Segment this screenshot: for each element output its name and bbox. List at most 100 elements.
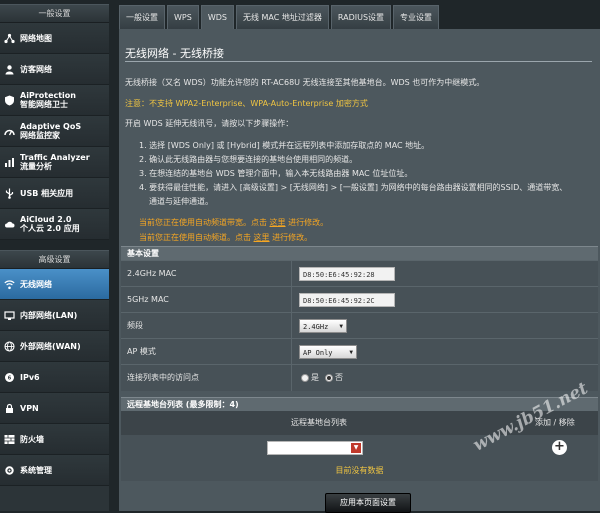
ap-mode-select-value: AP Only: [303, 349, 333, 357]
aiprotection-icon: [4, 95, 15, 106]
mac-5-label: 5GHz MAC: [127, 295, 169, 304]
remote-ap-input-row: ▼ +: [121, 435, 598, 461]
sidebar-item-label: 防火墙: [20, 434, 44, 444]
sidebar-item-label: 外部网络(WAN): [20, 341, 81, 351]
channel-here-link[interactable]: 这里: [254, 233, 270, 242]
traffic-analyzer-icon: [4, 157, 15, 168]
remote-ap-empty-message: 目前没有数据: [121, 461, 598, 481]
band-select[interactable]: 2.4GHz ▼: [299, 319, 347, 333]
sidebar-item-vpn[interactable]: VPN: [0, 393, 109, 424]
remote-ap-mac-input[interactable]: [267, 441, 363, 455]
lan-icon: [4, 310, 15, 321]
tab-radius[interactable]: RADIUS设置: [330, 5, 392, 29]
row-separator: [291, 339, 292, 365]
svg-text:6: 6: [8, 375, 12, 381]
sidebar-item-label: 无线网络: [20, 279, 52, 289]
channel-hint-text: 当前您正在使用自动频道。点击: [139, 233, 251, 242]
mac-5-row: 5GHz MAC D8:50:E6:45:92:2C: [121, 286, 598, 313]
remote-ap-dropdown-icon[interactable]: ▼: [351, 443, 361, 453]
apply-button[interactable]: 应用本页面设置: [325, 493, 411, 513]
sidebar-item-label: Traffic Analyzer: [20, 153, 90, 162]
sidebar-item-sublabel: 智能网络卫士: [20, 100, 68, 109]
access-no-option[interactable]: 否: [325, 372, 343, 383]
tab-wps[interactable]: WPS: [167, 5, 199, 29]
sidebar-item-label: AiProtection: [20, 91, 76, 100]
wireless-icon: [4, 279, 15, 290]
vpn-icon: [4, 403, 15, 414]
access-yes-label: 是: [311, 373, 319, 382]
ipv6-icon: 6: [4, 372, 15, 383]
sidebar-item-sublabel: 流量分析: [20, 162, 52, 171]
access-no-radio[interactable]: [325, 373, 333, 382]
ap-mode-select[interactable]: AP Only ▼: [299, 345, 357, 359]
sidebar-item-label: Adaptive QoS: [20, 122, 82, 131]
row-separator: [291, 287, 292, 313]
sidebar-item-sublabel: 网络监控家: [20, 131, 60, 140]
sidebar-item-aiprotection[interactable]: AiProtection 智能网络卫士: [0, 85, 109, 116]
access-point-radio-group: 是 否: [301, 372, 343, 383]
sidebar-item-wireless[interactable]: 无线网络: [0, 269, 109, 300]
mac-24-field[interactable]: D8:50:E6:45:92:28: [299, 267, 395, 281]
sidebar-item-administration[interactable]: 系统管理: [0, 455, 109, 486]
sidebar-item-label: VPN: [20, 403, 39, 413]
ap-mode-label: AP 模式: [127, 347, 156, 356]
sidebar-item-ipv6[interactable]: 6 IPv6: [0, 362, 109, 393]
bandwidth-here-link[interactable]: 这里: [270, 218, 286, 227]
sidebar-item-label: USB 相关应用: [20, 188, 74, 198]
list-item: 3. 在想连结的基地台 WDS 管理介面中，输入本无线路由器 MAC 位址位址。: [139, 169, 413, 178]
access-point-label: 连接列表中的访问点: [127, 373, 199, 382]
row-separator: [291, 313, 292, 339]
page-note: 注意：不支持 WPA2-Enterprise、WPA-Auto-Enterpri…: [125, 99, 368, 108]
sidebar-item-aicloud[interactable]: AiCloud 2.0 个人云 2.0 应用: [0, 209, 109, 240]
sidebar-item-label: IPv6: [20, 372, 40, 382]
sidebar-gap: [0, 240, 109, 250]
list-item: 1. 选择 [WDS Only] 或 [Hybrid] 模式并在远程列表中添加存…: [139, 141, 430, 150]
access-yes-radio[interactable]: [301, 373, 309, 382]
sidebar-group-advanced-title: 高级设置: [0, 250, 109, 269]
chevron-down-icon: ▼: [339, 323, 343, 330]
sidebar-item-adaptive-qos[interactable]: Adaptive QoS 网络监控家: [0, 116, 109, 147]
row-separator: [291, 365, 292, 391]
bandwidth-hint: 当前您正在使用自动频道带宽。点击 这里 进行修改。: [139, 217, 328, 228]
chevron-down-icon: ▼: [349, 349, 353, 356]
sidebar-item-traffic-analyzer[interactable]: Traffic Analyzer 流量分析: [0, 147, 109, 178]
sidebar-item-label: 网络地图: [20, 33, 52, 43]
sidebar-group-general-title: 一般设置: [0, 4, 109, 23]
tab-professional[interactable]: 专业设置: [393, 5, 440, 29]
usb-icon: [4, 188, 15, 199]
list-item: 2. 确认此无线路由器与您想要连接的基地台使用相同的频道。: [139, 155, 358, 164]
sidebar: 一般设置 网络地图 访客网络 AiProtection 智能网络卫士 Adapti…: [0, 0, 109, 511]
access-no-label: 否: [335, 373, 343, 382]
access-yes-option[interactable]: 是: [301, 372, 319, 383]
sidebar-item-wan[interactable]: 外部网络(WAN): [0, 331, 109, 362]
sidebar-item-label: 访客网络: [20, 64, 52, 74]
admin-icon: [4, 465, 15, 476]
band-select-value: 2.4GHz: [303, 323, 329, 331]
ap-mode-row: AP 模式 AP Only ▼: [121, 338, 598, 365]
sidebar-item-guest-network[interactable]: 访客网络: [0, 54, 109, 85]
steps-intro: 开启 WDS 延伸无线讯号，请按以下步骤操作：: [125, 119, 294, 128]
band-label: 频段: [127, 321, 143, 330]
tab-general[interactable]: 一般设置: [119, 5, 165, 29]
title-divider: [125, 61, 592, 62]
sidebar-item-network-map[interactable]: 网络地图: [0, 23, 109, 54]
basic-settings-header: 基本设置: [121, 246, 598, 260]
list-item: 4. 要获得最佳性能，请进入 [高级设置] > [无线网络] > [一般设置] …: [139, 183, 568, 192]
tab-wds[interactable]: WDS: [200, 5, 234, 29]
tab-bar: 一般设置 WPS WDS 无线 MAC 地址过滤器 RADIUS设置 专业设置: [119, 5, 441, 29]
mac-24-row: 2.4GHz MAC D8:50:E6:45:92:28: [121, 260, 598, 287]
sidebar-item-sublabel: 个人云 2.0 应用: [20, 224, 80, 233]
list-item: 通道与延伸通道。: [149, 197, 213, 206]
add-icon[interactable]: +: [552, 440, 567, 455]
channel-hint: 当前您正在使用自动频道。点击 这里 进行修改。: [139, 232, 312, 243]
network-map-icon: [4, 33, 15, 44]
bandwidth-hint-suffix: 进行修改。: [288, 218, 329, 227]
sidebar-item-usb[interactable]: USB 相关应用: [0, 178, 109, 209]
mac-5-field[interactable]: D8:50:E6:45:92:2C: [299, 293, 395, 307]
sidebar-item-lan[interactable]: 内部网络(LAN): [0, 300, 109, 331]
tab-mac-filter[interactable]: 无线 MAC 地址过滤器: [235, 5, 329, 29]
page-description: 无线桥接（又名 WDS）功能允许您的 RT-AC68U 无线连接至其他基地台。W…: [125, 78, 485, 87]
wan-icon: [4, 340, 15, 352]
sidebar-item-label: 系统管理: [20, 465, 52, 475]
sidebar-item-firewall[interactable]: 防火墙: [0, 424, 109, 455]
